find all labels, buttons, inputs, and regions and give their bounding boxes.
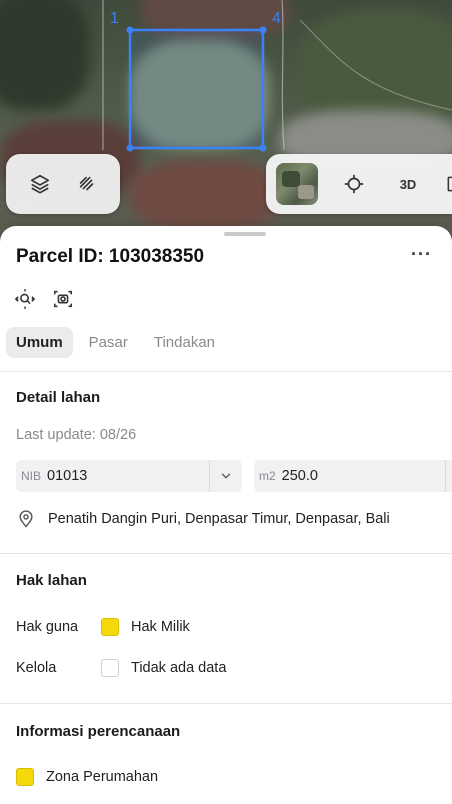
drag-handle[interactable] xyxy=(224,232,266,236)
rights-heading: Hak lahan xyxy=(16,572,87,589)
zone-swatch xyxy=(16,768,34,786)
area-field[interactable]: m2 250.0 xyxy=(254,460,452,492)
zoom-to-parcel-icon[interactable] xyxy=(14,288,36,315)
vertex-label-1: 1 xyxy=(110,10,119,27)
no-data-swatch xyxy=(101,659,119,677)
location-pin-icon xyxy=(16,509,36,529)
nib-prefix: NIB xyxy=(21,469,42,483)
kelola-label: Kelola xyxy=(16,660,57,676)
vertex-label-4: 4 xyxy=(272,10,281,27)
address-text: Penatih Dangin Puri, Denpasar Timur, Den… xyxy=(48,511,390,527)
parcel-detail-sheet: Parcel ID: 103038350 ··· Umum Pasar Tind… xyxy=(0,226,452,804)
draw-path-icon[interactable] xyxy=(69,166,105,202)
nib-field[interactable]: NIB 01013 xyxy=(16,460,242,492)
layers-icon[interactable] xyxy=(22,166,58,202)
parcel-boundary xyxy=(128,28,265,150)
tab-umum[interactable]: Umum xyxy=(6,327,73,358)
kelola-value-row: Tidak ada data xyxy=(101,659,226,677)
parcel-tools xyxy=(14,288,74,315)
camera-icon[interactable] xyxy=(52,288,74,315)
three-d-button[interactable]: 3D xyxy=(390,166,426,202)
divider xyxy=(0,703,452,704)
tab-bar: Umum Pasar Tindakan xyxy=(6,327,225,358)
zone-row: Zona Perumahan xyxy=(16,768,158,786)
hak-guna-value: Hak Milik xyxy=(131,619,190,635)
last-update: Last update: 08/26 xyxy=(16,427,137,443)
nib-value: 01013 xyxy=(47,468,88,484)
map-tools-right: 3D xyxy=(266,154,452,214)
hak-guna-value-row: Hak Milik xyxy=(101,618,190,636)
divider xyxy=(0,371,452,372)
tab-pasar[interactable]: Pasar xyxy=(79,327,138,358)
tab-tindakan[interactable]: Tindakan xyxy=(144,327,225,358)
hak-guna-label: Hak guna xyxy=(16,619,79,635)
address-row: Penatih Dangin Puri, Denpasar Timur, Den… xyxy=(16,509,390,529)
area-value: 250.0 xyxy=(281,468,318,484)
area-prefix: m2 xyxy=(259,469,276,483)
kelola-value: Tidak ada data xyxy=(131,660,227,676)
satellite-thumbnail-icon[interactable] xyxy=(276,163,318,205)
divider xyxy=(0,553,452,554)
crosshair-icon[interactable] xyxy=(336,166,372,202)
expand-icon[interactable] xyxy=(444,166,452,202)
hak-milik-swatch xyxy=(101,618,119,636)
more-options-icon[interactable]: ··· xyxy=(411,244,432,265)
map-tools-left xyxy=(6,154,120,214)
chevron-down-icon[interactable] xyxy=(209,460,242,492)
parcel-title: Parcel ID: 103038350 xyxy=(16,246,205,267)
zone-label: Zona Perumahan xyxy=(46,769,159,785)
planning-heading: Informasi perencanaan xyxy=(16,723,181,740)
detail-heading: Detail lahan xyxy=(16,389,101,406)
